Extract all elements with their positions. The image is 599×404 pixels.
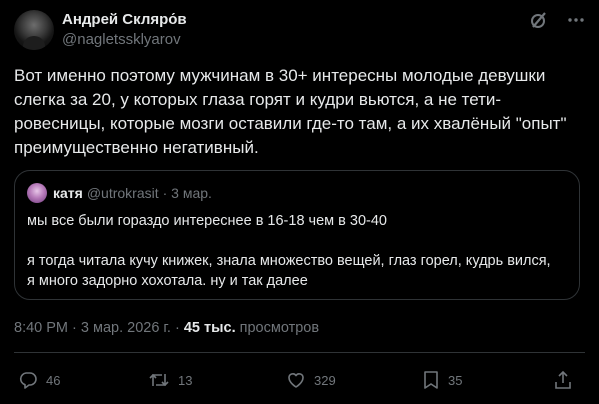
repost-icon bbox=[148, 370, 178, 390]
reply-count: 46 bbox=[46, 372, 61, 388]
quote-text: мы все были гораздо интереснее в 16-18 ч… bbox=[27, 211, 573, 291]
share-button[interactable] bbox=[554, 370, 580, 390]
action-bar: 46 13 329 35 bbox=[14, 366, 585, 396]
like-count: 329 bbox=[314, 372, 336, 388]
more-icon[interactable] bbox=[567, 10, 585, 30]
header-icons bbox=[529, 10, 585, 30]
slashed-circle-icon[interactable] bbox=[529, 10, 549, 30]
bookmark-count: 35 bbox=[448, 372, 463, 388]
share-icon bbox=[554, 370, 580, 390]
quote-author-name: катя bbox=[53, 185, 83, 201]
tweet-header: Андрей Скляро́в @nagletssklyarov bbox=[14, 10, 585, 50]
tweet-timestamp[interactable]: 8:40 PM · 3 мар. 2026 г. · bbox=[14, 320, 184, 336]
bookmark-icon bbox=[422, 370, 448, 390]
reply-button[interactable]: 46 bbox=[18, 370, 60, 390]
divider bbox=[14, 352, 585, 353]
quote-avatar bbox=[27, 183, 47, 203]
repost-button[interactable]: 13 bbox=[148, 370, 192, 390]
tweet-meta: 8:40 PM · 3 мар. 2026 г. · 45 тыс. просм… bbox=[14, 318, 319, 338]
views-count: 45 тыс. bbox=[183, 320, 236, 336]
reply-icon bbox=[18, 370, 46, 390]
quote-text-line1: мы все были гораздо интереснее в 16-18 ч… bbox=[27, 213, 387, 229]
like-button[interactable]: 329 bbox=[286, 370, 336, 390]
repost-count: 13 bbox=[178, 372, 193, 388]
bookmark-button[interactable]: 35 bbox=[422, 370, 462, 390]
views-label: просмотров bbox=[239, 320, 320, 336]
author-display-name[interactable]: Андрей Скляро́в bbox=[62, 10, 187, 30]
quote-header: катя @utrokrasit · 3 мар. bbox=[27, 183, 212, 203]
tweet-text: Вот именно поэтому мужчинам в 30+ интере… bbox=[14, 66, 567, 157]
quote-author-handle: @utrokrasit bbox=[86, 185, 159, 201]
quote-date: · 3 мар. bbox=[162, 185, 212, 201]
quote-text-line2: я тогда читала кучу книжек, знала множес… bbox=[27, 253, 551, 289]
author-handle[interactable]: @nagletssklyarov bbox=[62, 30, 187, 50]
author-names: Андрей Скляро́в @nagletssklyarov bbox=[62, 10, 187, 50]
quoted-tweet[interactable]: катя @utrokrasit · 3 мар. мы все были го… bbox=[14, 170, 580, 300]
author-avatar[interactable] bbox=[14, 10, 54, 50]
like-icon bbox=[286, 370, 314, 390]
